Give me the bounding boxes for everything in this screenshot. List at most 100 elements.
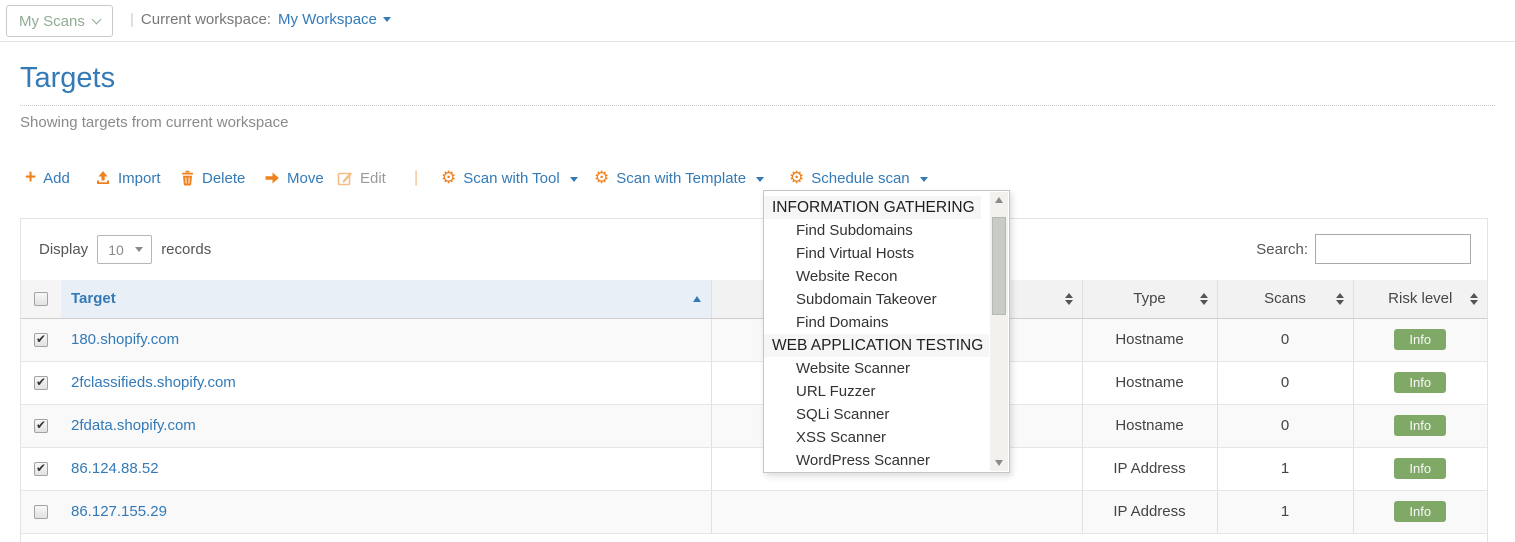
my-scans-button[interactable]: My Scans	[6, 5, 113, 37]
type-column-header[interactable]: Type	[1082, 280, 1217, 318]
schedule-scan-label: Schedule scan	[811, 170, 909, 187]
gear-icon: ⚙	[441, 170, 456, 187]
type-cell: Hostname	[1082, 361, 1217, 404]
sort-icon	[1336, 293, 1344, 305]
import-button[interactable]: Import	[95, 166, 161, 190]
tool-list: INFORMATION GATHERINGFind SubdomainsFind…	[764, 196, 1009, 472]
risk-badge: Info	[1394, 329, 1446, 350]
risk-cell: Info	[1353, 318, 1487, 361]
target-link[interactable]: 180.shopify.com	[71, 331, 179, 348]
table-header-row: Target Type Scans Risk l	[21, 280, 1487, 318]
add-button[interactable]: + Add	[25, 166, 70, 190]
target-link[interactable]: 2fdata.shopify.com	[71, 417, 196, 434]
scroll-down-arrow[interactable]	[990, 455, 1008, 471]
scan-with-template-button[interactable]: ⚙ Scan with Template	[594, 166, 764, 190]
targets-panel: Display 10 records Search:	[20, 218, 1488, 542]
display-length-control: Display 10 records	[39, 235, 211, 264]
tool-menu-item[interactable]: SQLi Scanner	[764, 403, 1009, 426]
risk-badge: Info	[1394, 458, 1446, 479]
records-value: 10	[108, 242, 124, 258]
target-cell: 180.shopify.com	[61, 318, 711, 361]
delete-button[interactable]: Delete	[180, 166, 245, 190]
edit-button[interactable]: Edit	[337, 166, 386, 190]
caret-down-icon	[570, 177, 578, 182]
delete-label: Delete	[202, 170, 245, 187]
schedule-scan-button[interactable]: ⚙ Schedule scan	[789, 166, 928, 190]
tool-group-header: INFORMATION GATHERING	[764, 196, 981, 219]
type-cell: Hostname	[1082, 318, 1217, 361]
target-cell: 86.124.88.52	[61, 447, 711, 490]
row-checkbox[interactable]	[34, 505, 48, 519]
import-label: Import	[118, 170, 161, 187]
trash-icon	[180, 170, 195, 186]
target-link[interactable]: 86.124.88.52	[71, 460, 159, 477]
topbar-divider: |	[130, 11, 134, 28]
risk-badge: Info	[1394, 501, 1446, 522]
scans-column-header[interactable]: Scans	[1217, 280, 1353, 318]
edit-icon	[337, 170, 353, 186]
target-link[interactable]: 2fclassifieds.shopify.com	[71, 374, 236, 391]
toolbar-divider: |	[414, 166, 418, 190]
tool-menu-item[interactable]: Subdomain Takeover	[764, 288, 1009, 311]
type-column-label: Type	[1133, 290, 1166, 307]
row-checkbox[interactable]	[34, 333, 48, 347]
select-all-checkbox[interactable]	[34, 292, 48, 306]
tool-group-header: WEB APPLICATION TESTING	[764, 334, 989, 357]
display-label: Display	[39, 241, 88, 258]
tool-menu-item[interactable]: Find Domains	[764, 311, 1009, 334]
type-cell: Hostname	[1082, 404, 1217, 447]
tool-menu-item[interactable]: Website Scanner	[764, 357, 1009, 380]
records-label: records	[161, 241, 211, 258]
tool-menu-item[interactable]: Find Virtual Hosts	[764, 242, 1009, 265]
my-scans-label: My Scans	[19, 13, 85, 30]
move-button[interactable]: Move	[264, 166, 324, 190]
plus-icon: +	[25, 168, 36, 187]
schedule-scan-dropdown: INFORMATION GATHERINGFind SubdomainsFind…	[763, 190, 1010, 473]
row-checkbox-cell	[21, 361, 61, 404]
add-label: Add	[43, 170, 70, 187]
row-checkbox-cell	[21, 318, 61, 361]
target-column-header[interactable]: Target	[61, 280, 711, 318]
target-link[interactable]: 86.127.155.29	[71, 503, 167, 520]
workspace-group: | Current workspace: My Workspace	[130, 11, 391, 28]
sort-icon	[1470, 293, 1478, 305]
chevron-down-icon	[91, 14, 101, 24]
risk-level-column-header[interactable]: Risk level	[1353, 280, 1487, 318]
tool-menu-item[interactable]: Find Subdomains	[764, 219, 1009, 242]
gear-icon: ⚙	[789, 170, 804, 187]
table-row: 2fclassifieds.shopify.com Hostname 0 Inf…	[21, 361, 1487, 404]
scrollbar-thumb[interactable]	[992, 217, 1006, 315]
risk-badge: Info	[1394, 372, 1446, 393]
workspace-selector[interactable]: My Workspace	[278, 11, 391, 28]
risk-level-column-label: Risk level	[1388, 290, 1452, 307]
row-checkbox[interactable]	[34, 462, 48, 476]
tool-menu-item[interactable]: WordPress Scanner	[764, 449, 1009, 472]
search-input[interactable]	[1315, 234, 1471, 264]
target-cell: 2fdata.shopify.com	[61, 404, 711, 447]
row-checkbox[interactable]	[34, 419, 48, 433]
scan-with-template-label: Scan with Template	[616, 170, 746, 187]
search-control: Search:	[1256, 234, 1471, 264]
triangle-down-icon	[995, 460, 1003, 466]
scroll-up-arrow[interactable]	[990, 192, 1008, 208]
upload-icon	[95, 170, 111, 186]
table-row: 180.shopify.com Hostname 0 Info	[21, 318, 1487, 361]
row-checkbox[interactable]	[34, 376, 48, 390]
row-checkbox-cell	[21, 404, 61, 447]
scans-cell: 1	[1217, 447, 1353, 490]
dropdown-scrollbar	[990, 192, 1008, 471]
caret-down-icon	[756, 177, 764, 182]
tool-menu-item[interactable]: XSS Scanner	[764, 426, 1009, 449]
tool-menu-item[interactable]: URL Fuzzer	[764, 380, 1009, 403]
table-row: 86.127.155.29 IP Address 1 Info	[21, 490, 1487, 533]
risk-cell: Info	[1353, 447, 1487, 490]
sort-icon	[1065, 293, 1073, 305]
risk-cell: Info	[1353, 490, 1487, 533]
tool-menu-item[interactable]: Website Recon	[764, 265, 1009, 288]
arrow-right-icon	[264, 171, 280, 185]
records-per-page-select[interactable]: 10	[97, 235, 152, 264]
scans-cell: 0	[1217, 361, 1353, 404]
type-cell: IP Address	[1082, 490, 1217, 533]
scans-column-label: Scans	[1264, 290, 1306, 307]
scan-with-tool-button[interactable]: ⚙ Scan with Tool	[441, 166, 578, 190]
